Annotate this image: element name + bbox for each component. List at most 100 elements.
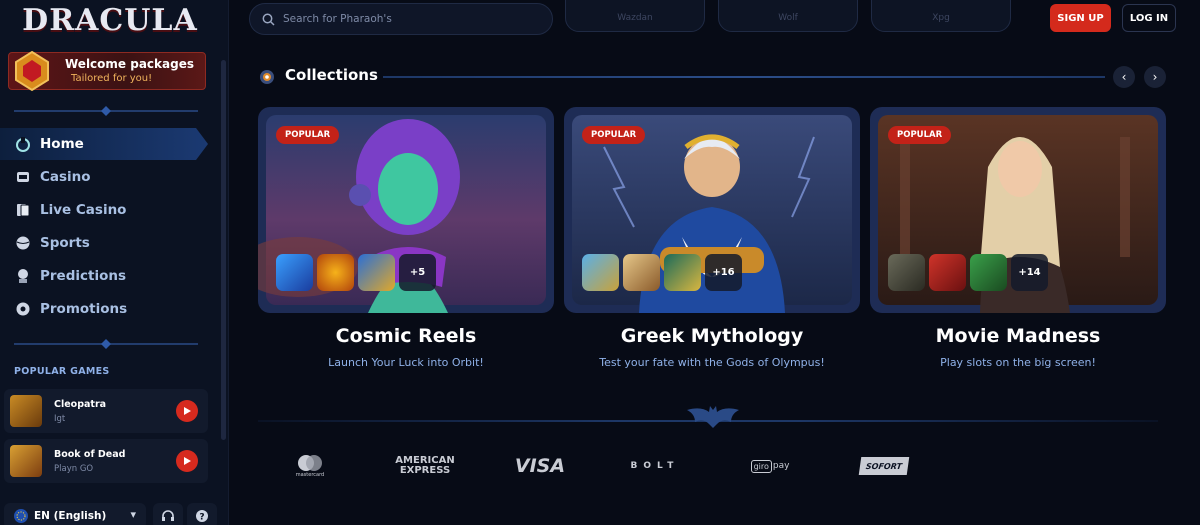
visa-logo: VISA [514,455,566,477]
cards-icon [14,201,32,219]
login-button[interactable]: LOG IN [1122,4,1176,32]
game-thumbnail[interactable] [358,254,395,291]
sidebar-scrollbar[interactable] [221,60,226,440]
sofort-logo: SOFORT [858,457,910,475]
game-thumbnail [10,445,42,477]
game-name: Book of Dead [54,449,126,460]
help-icon: ? [196,510,208,523]
help-button[interactable]: ? [187,503,217,525]
game-thumbnails: +5 [276,254,436,291]
logo[interactable]: DRACULA [0,0,220,42]
giropay-logo: giro pay [745,452,795,480]
sidebar-item-home[interactable]: Home [0,128,208,160]
popular-badge: POPULAR [276,126,340,144]
search-placeholder: Search for Pharaoh's [283,13,392,25]
promotions-icon [14,300,32,318]
sidebar-item-live-casino[interactable]: Live Casino [0,194,210,226]
game-provider: Igt [54,414,66,424]
slot-icon [14,168,32,186]
signup-button[interactable]: SIGN UP [1050,4,1111,32]
game-thumbnail[interactable] [276,254,313,291]
collections-icon [260,70,274,84]
sidebar-item-label: Home [40,136,84,152]
next-button[interactable]: › [1144,66,1166,88]
sidebar-item-label: Live Casino [40,202,127,218]
category-tile[interactable]: Xpg [871,0,1011,32]
tile-label: Wazdan [617,13,653,23]
more-games-count[interactable]: +14 [1011,254,1048,291]
game-thumbnail[interactable] [623,254,660,291]
ornament-divider [14,106,198,116]
welcome-title: Welcome packages [65,57,194,71]
category-tile[interactable]: Wazdan [565,0,705,32]
play-icon [184,407,191,415]
gem-icon [15,50,49,92]
giropay-part1: giro [750,459,772,473]
amex-line2: EXPRESS [399,465,451,476]
game-thumbnails: +16 [582,254,742,291]
card-subtitle: Test your fate with the Gods of Olympus! [599,356,825,369]
language-selector[interactable]: EN (English) ▾ [4,503,146,525]
headset-icon [162,510,174,521]
welcome-subtitle: Tailored for you! [71,73,153,84]
eu-flag-icon [14,509,28,523]
popular-game-item[interactable]: Cleopatra Igt [4,389,208,433]
predictions-icon [14,267,32,285]
play-button[interactable] [176,400,198,422]
play-icon [184,457,191,465]
category-tile[interactable]: Wolf [718,0,858,32]
chevron-right-icon: › [1152,70,1158,84]
popular-games-title: POPULAR GAMES [14,366,110,377]
sidebar-item-promotions[interactable]: Promotions [0,293,210,325]
card-title[interactable]: Movie Madness [870,325,1166,347]
giropay-part2: pay [772,461,790,471]
sidebar-item-casino[interactable]: Casino [0,161,210,193]
mastercard-logo: mastercard [290,452,330,480]
game-thumbnail[interactable] [664,254,701,291]
sidebar-item-predictions[interactable]: Predictions [0,260,210,292]
collections-title: Collections [285,66,378,84]
more-games-count[interactable]: +16 [705,254,742,291]
tile-label: Xpg [932,13,950,23]
game-thumbnails: +14 [888,254,1048,291]
sidebar: DRACULA Welcome packages Tailored for yo… [0,0,229,525]
play-button[interactable] [176,450,198,472]
popular-badge: POPULAR [888,126,952,144]
sidebar-item-label: Casino [40,169,91,185]
game-thumbnail[interactable] [582,254,619,291]
collection-card-greek-mythology[interactable]: POPULAR +16 [564,107,860,313]
search-icon [262,13,275,26]
amex-logo: AMERICAN EXPRESS [390,452,460,480]
collection-card-cosmic-reels[interactable]: POPULAR +5 [258,107,554,313]
popular-game-item[interactable]: Book of Dead Playn GO [4,439,208,483]
chevron-down-icon: ▾ [130,508,136,521]
more-games-count[interactable]: +5 [399,254,436,291]
sidebar-item-label: Predictions [40,268,127,284]
game-thumbnail[interactable] [888,254,925,291]
sidebar-item-label: Sports [40,235,90,251]
language-label: EN (English) [34,510,107,522]
home-icon [14,135,32,153]
welcome-packages-banner[interactable]: Welcome packages Tailored for you! [8,50,206,92]
game-thumbnail[interactable] [970,254,1007,291]
svg-text:?: ? [199,513,204,523]
game-thumbnail[interactable] [929,254,966,291]
card-subtitle: Launch Your Luck into Orbit! [328,356,484,369]
support-button[interactable] [153,503,183,525]
mastercard-label: mastercard [295,472,325,478]
sidebar-item-sports[interactable]: Sports [0,227,210,259]
search-bar[interactable]: Search for Pharaoh's [249,3,553,35]
card-title[interactable]: Greek Mythology [564,325,860,347]
game-thumbnail[interactable] [317,254,354,291]
game-provider: Playn GO [54,464,94,474]
card-title[interactable]: Cosmic Reels [258,325,554,347]
ball-icon [14,234,32,252]
sidebar-item-label: Promotions [40,301,128,317]
chevron-left-icon: ‹ [1121,70,1127,84]
collection-card-movie-madness[interactable]: POPULAR +14 [870,107,1166,313]
prev-button[interactable]: ‹ [1113,66,1135,88]
popular-badge: POPULAR [582,126,646,144]
bat-icon [687,406,739,428]
ornament-divider [14,339,198,349]
game-name: Cleopatra [54,399,107,410]
